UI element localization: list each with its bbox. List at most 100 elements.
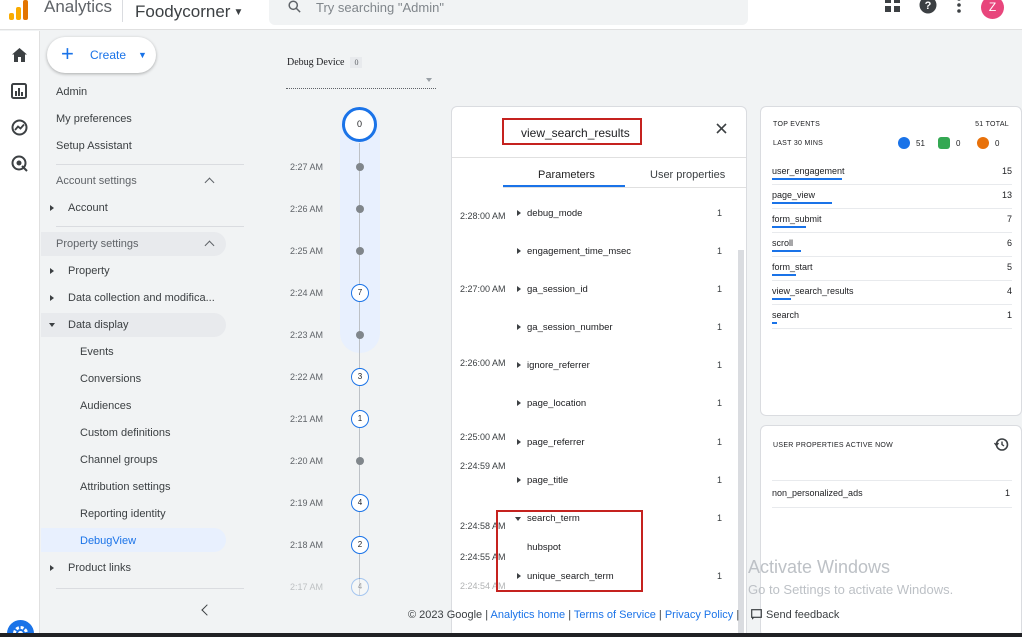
top-event-row[interactable]: scroll 6	[772, 233, 1012, 257]
param-count: 1	[717, 246, 723, 256]
help-icon[interactable]: ?	[919, 0, 937, 14]
param-count: 1	[717, 208, 723, 218]
debug-device-text: Debug Device	[287, 57, 345, 68]
divider	[772, 480, 1012, 481]
tab-parameters[interactable]: Parameters	[538, 169, 595, 181]
home-icon[interactable]	[11, 47, 28, 63]
nav-item-conversions[interactable]: Conversions	[80, 373, 141, 385]
create-button[interactable]: + Create ▼	[47, 37, 156, 73]
top-event-share-bar	[772, 250, 801, 252]
param-name[interactable]: engagement_time_msec	[527, 246, 631, 257]
nav-item-events[interactable]: Events	[80, 346, 114, 358]
apps-grid-icon[interactable]	[884, 0, 901, 13]
top-event-row[interactable]: search 1	[772, 305, 1012, 329]
top-event-name: form_submit	[772, 214, 822, 224]
expand-arrow-icon[interactable]	[517, 286, 521, 292]
param-count: 1	[717, 513, 723, 523]
analytics-logo-icon[interactable]	[9, 0, 33, 20]
timeline-dot[interactable]	[356, 331, 364, 339]
param-name[interactable]: page_referrer	[527, 437, 585, 448]
timeline-event-count[interactable]: 3	[351, 368, 369, 386]
top-event-share-bar	[772, 274, 796, 276]
timeline-event-count[interactable]: 4	[351, 578, 369, 596]
nav-item-setup-assistant[interactable]: Setup Assistant	[56, 140, 132, 152]
nav-item-reporting-identity[interactable]: Reporting identity	[80, 508, 166, 520]
nav-item-audiences[interactable]: Audiences	[80, 400, 131, 412]
nav-item-admin[interactable]: Admin	[56, 86, 87, 98]
param-name[interactable]: ga_session_number	[527, 322, 613, 333]
section-property-settings[interactable]: Property settings	[56, 238, 139, 250]
expand-arrow-icon[interactable]	[517, 362, 521, 368]
top-event-row[interactable]: user_engagement 15	[772, 161, 1012, 185]
top-event-row[interactable]: form_start 5	[772, 257, 1012, 281]
top-event-row[interactable]: form_submit 7	[772, 209, 1012, 233]
nav-item-data-display[interactable]: Data display	[68, 319, 129, 331]
close-icon[interactable]	[716, 123, 727, 134]
timeline-event-count[interactable]: 4	[351, 494, 369, 512]
param-name[interactable]: ignore_referrer	[527, 360, 590, 371]
nav-item-attribution-settings[interactable]: Attribution settings	[80, 481, 171, 493]
expand-arrow-icon[interactable]	[517, 248, 521, 254]
expand-arrow-icon[interactable]	[517, 210, 521, 216]
left-rail	[0, 31, 40, 637]
nav-item-my-preferences[interactable]: My preferences	[56, 113, 132, 125]
param-name[interactable]: debug_mode	[527, 208, 582, 219]
nav-item-custom-definitions[interactable]: Custom definitions	[80, 427, 171, 439]
timeline-event-count[interactable]: 2	[351, 536, 369, 554]
event-detail-panel: view_search_results Parameters User prop…	[451, 106, 747, 637]
search-bar[interactable]: Try searching "Admin"	[269, 0, 748, 25]
timeline-event-count[interactable]: 7	[351, 284, 369, 302]
timeline-event-count[interactable]: 1	[351, 410, 369, 428]
expand-arrow-icon[interactable]	[517, 400, 521, 406]
param-name[interactable]: ga_session_id	[527, 284, 588, 295]
badge-count-conversions: 0	[956, 139, 961, 148]
scrollbar[interactable]	[738, 250, 744, 636]
param-count: 1	[717, 360, 723, 370]
footer-terms-link[interactable]: Terms of Service	[574, 609, 656, 621]
top-event-share-bar	[772, 226, 806, 228]
chevron-up-icon[interactable]	[204, 177, 215, 188]
timeline-dot[interactable]	[356, 163, 364, 171]
footer-separator: |	[736, 609, 740, 621]
expand-arrow-icon[interactable]	[517, 439, 521, 445]
param-count: 1	[717, 398, 723, 408]
reports-icon[interactable]	[11, 83, 27, 99]
top-event-count: 5	[1006, 262, 1012, 272]
explore-icon[interactable]	[11, 119, 28, 136]
avatar[interactable]: Z	[981, 0, 1004, 19]
nav-item-product-links[interactable]: Product links	[68, 562, 131, 574]
top-event-count: 7	[1006, 214, 1012, 224]
top-event-row[interactable]: page_view 13	[772, 185, 1012, 209]
nav-item-property[interactable]: Property	[68, 265, 110, 277]
property-selector[interactable]: Foodycorner ▼	[135, 2, 243, 22]
section-account-settings[interactable]: Account settings	[56, 175, 137, 187]
more-vert-icon[interactable]	[955, 0, 963, 14]
send-feedback-button[interactable]: Send feedback	[751, 609, 839, 621]
timeline-current-count[interactable]: 0	[342, 107, 377, 142]
nav-item-channel-groups[interactable]: Channel groups	[80, 454, 158, 466]
tab-user-properties[interactable]: User properties	[650, 169, 725, 181]
footer-analytics-home-link[interactable]: Analytics home	[491, 609, 566, 621]
event-name: view_search_results	[521, 126, 630, 140]
search-icon	[288, 0, 301, 13]
nav-item-account[interactable]: Account	[68, 202, 108, 214]
debug-device-dropdown[interactable]	[286, 75, 436, 89]
param-timestamp: 2:28:00 AM	[460, 211, 506, 221]
advertising-icon[interactable]	[11, 155, 29, 173]
timeline-dot[interactable]	[356, 205, 364, 213]
footer-privacy-link[interactable]: Privacy Policy	[665, 609, 733, 621]
expand-arrow-icon[interactable]	[517, 477, 521, 483]
expand-arrow-icon[interactable]	[517, 324, 521, 330]
history-icon[interactable]	[994, 437, 1009, 452]
timeline-dot[interactable]	[356, 247, 364, 255]
nav-item-debugview[interactable]: DebugView	[80, 535, 136, 547]
collapse-nav-icon[interactable]	[201, 604, 213, 616]
footer-separator: |	[568, 609, 572, 621]
param-name[interactable]: page_title	[527, 475, 568, 486]
top-event-row[interactable]: view_search_results 4	[772, 281, 1012, 305]
param-timestamp: 2:24:59 AM	[460, 461, 506, 471]
param-name[interactable]: page_location	[527, 398, 586, 409]
plus-icon: +	[61, 41, 74, 66]
nav-item-data-collection[interactable]: Data collection and modifica...	[68, 292, 215, 304]
timeline-dot[interactable]	[356, 457, 364, 465]
